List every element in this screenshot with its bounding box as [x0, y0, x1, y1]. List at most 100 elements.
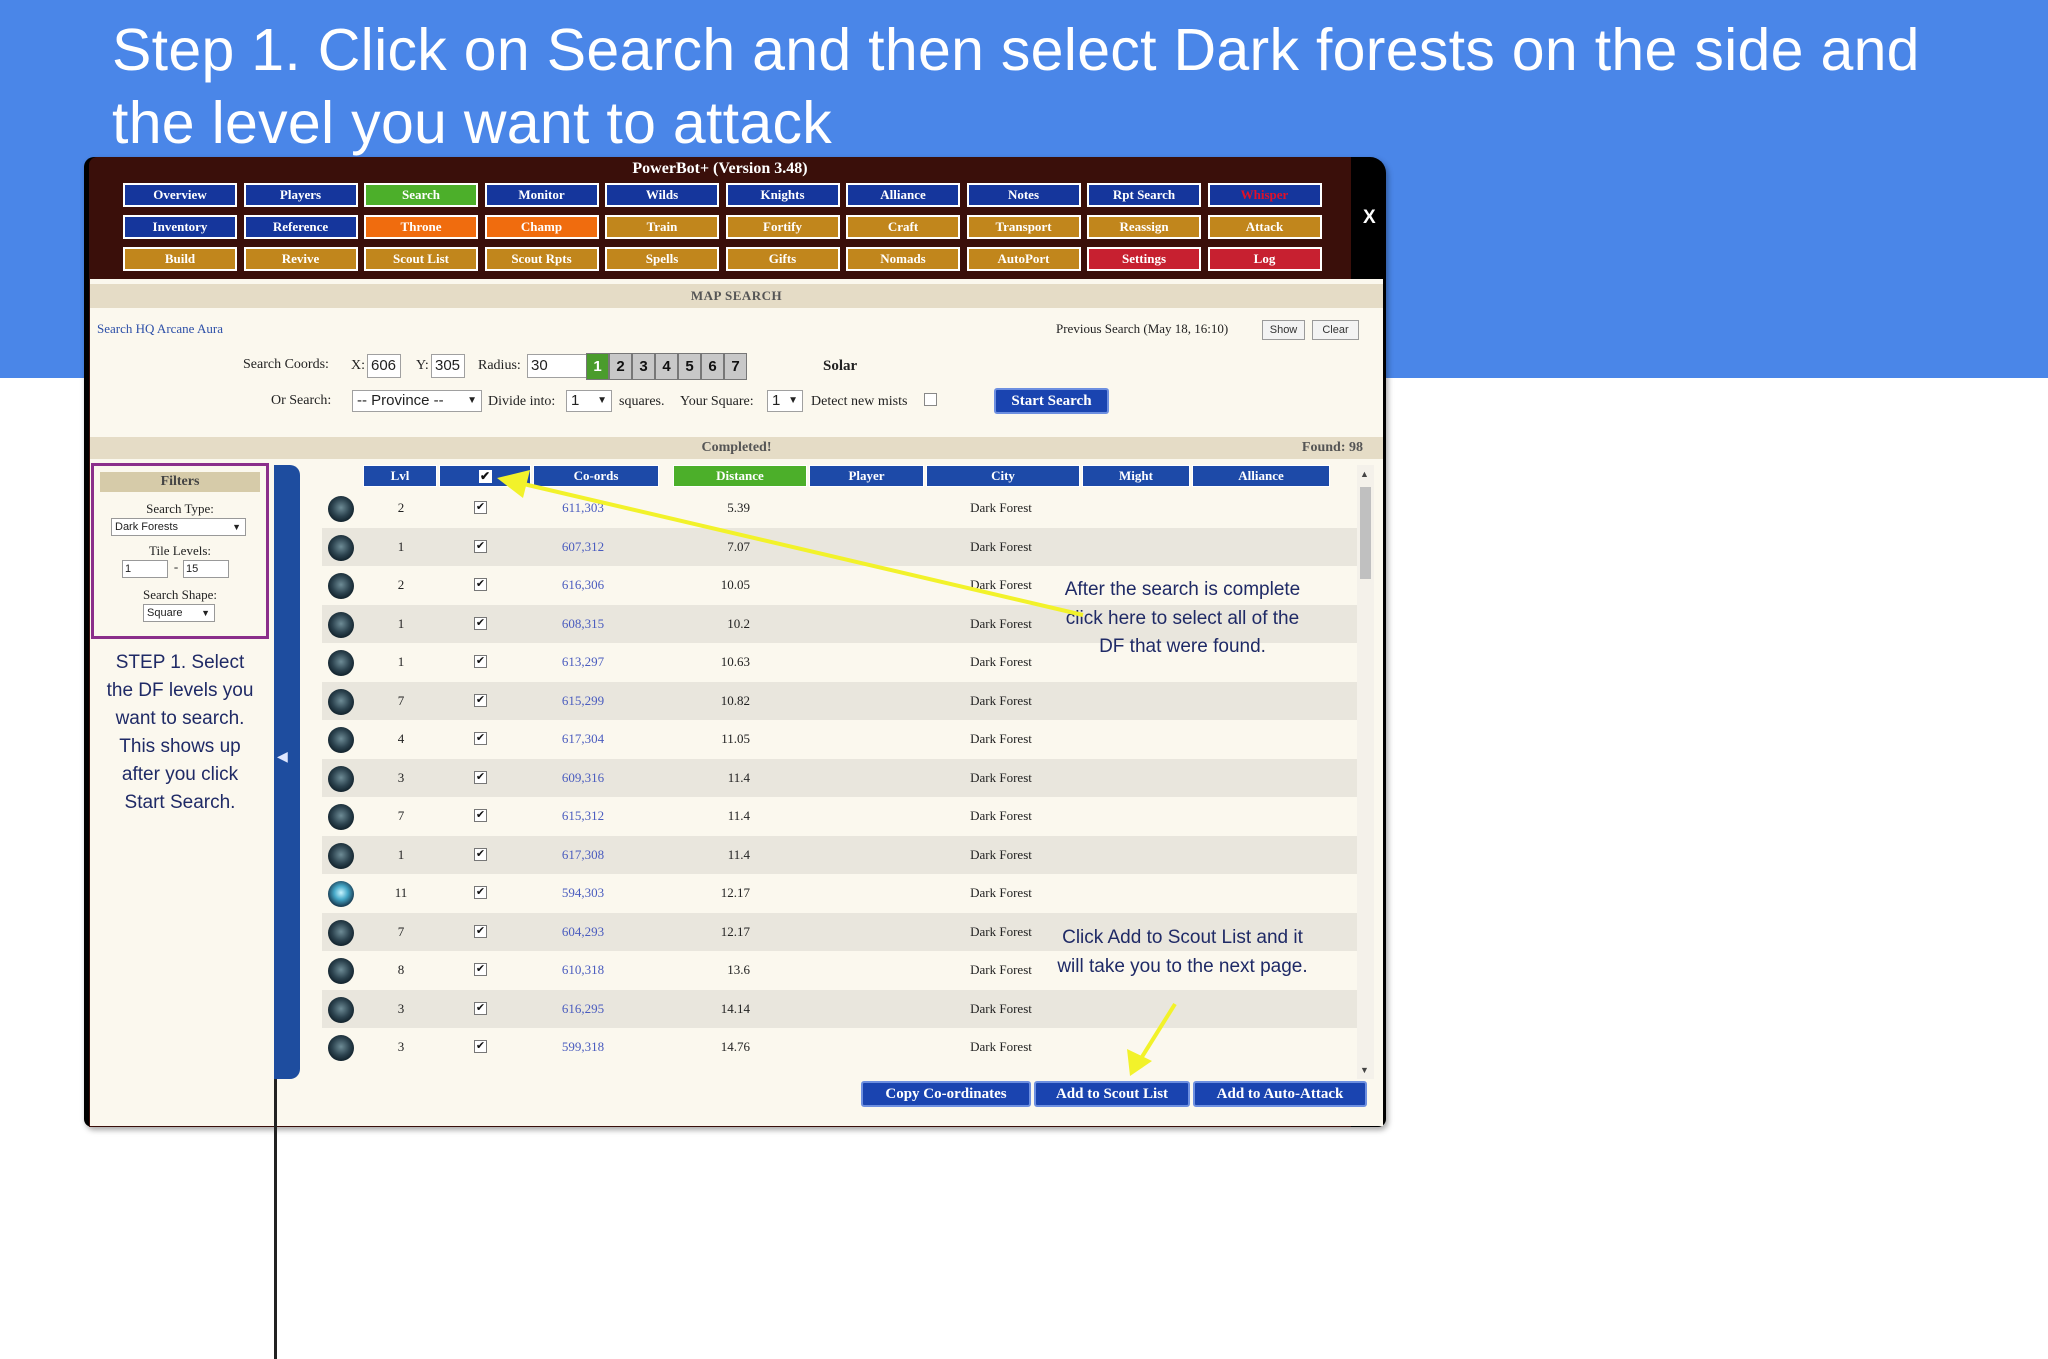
tile-level-max-input[interactable]: 15 — [183, 560, 229, 578]
nav-button-overview[interactable]: Overview — [123, 183, 237, 207]
coords-link[interactable]: 607,312 — [533, 528, 633, 567]
table-row[interactable]: 7 ✔ 615,299 10.82 Dark Forest — [322, 681, 1357, 721]
nav-button-search[interactable]: Search — [364, 183, 478, 207]
add-to-scout-list-button[interactable]: Add to Scout List — [1034, 1081, 1190, 1107]
level-button-2[interactable]: 2 — [609, 353, 632, 380]
column-header-alliance[interactable]: Alliance — [1192, 465, 1330, 487]
nav-button-wilds[interactable]: Wilds — [605, 183, 719, 207]
nav-button-transport[interactable]: Transport — [966, 215, 1081, 239]
row-checkbox[interactable]: ✔ — [474, 1001, 487, 1015]
radius-input[interactable]: 30 — [527, 354, 593, 378]
coords-link[interactable]: 615,312 — [533, 797, 633, 836]
select-all-header[interactable]: ✔ — [439, 465, 531, 487]
nav-button-craft[interactable]: Craft — [846, 215, 960, 239]
coords-link[interactable]: 611,303 — [533, 489, 633, 528]
coords-link[interactable]: 609,316 — [533, 759, 633, 798]
select-all-checkbox[interactable]: ✔ — [478, 469, 492, 483]
level-button-6[interactable]: 6 — [701, 353, 724, 380]
coords-link[interactable]: 610,318 — [533, 951, 633, 990]
nav-button-spells[interactable]: Spells — [605, 247, 719, 271]
row-checkbox[interactable]: ✔ — [474, 616, 487, 630]
scroll-down-icon[interactable]: ▼ — [1360, 1065, 1369, 1075]
show-button[interactable]: Show — [1262, 320, 1305, 340]
coords-link[interactable]: 616,306 — [533, 566, 633, 605]
scroll-thumb[interactable] — [1360, 487, 1371, 579]
nav-button-inventory[interactable]: Inventory — [123, 215, 237, 239]
column-header-lvl[interactable]: Lvl — [363, 465, 437, 487]
row-checkbox[interactable]: ✔ — [474, 539, 487, 553]
coords-link[interactable]: 616,295 — [533, 990, 633, 1029]
level-button-7[interactable]: 7 — [724, 353, 747, 380]
column-header-player[interactable]: Player — [809, 465, 924, 487]
column-header-coords[interactable]: Co-ords — [533, 465, 659, 487]
column-header-might[interactable]: Might — [1082, 465, 1190, 487]
row-checkbox[interactable]: ✔ — [474, 693, 487, 707]
nav-button-scout-rpts[interactable]: Scout Rpts — [484, 247, 599, 271]
nav-button-fortify[interactable]: Fortify — [725, 215, 840, 239]
table-row[interactable]: 3 ✔ 616,295 14.14 Dark Forest — [322, 989, 1357, 1029]
nav-button-whisper[interactable]: Whisper — [1207, 183, 1322, 207]
table-row[interactable]: 2 ✔ 611,303 5.39 Dark Forest — [322, 489, 1357, 528]
nav-button-build[interactable]: Build — [123, 247, 237, 271]
row-checkbox[interactable]: ✔ — [474, 732, 487, 745]
table-row[interactable]: 7 ✔ 615,312 11.4 Dark Forest — [322, 797, 1357, 836]
y-coordinate-input[interactable]: 305 — [431, 354, 465, 378]
table-row[interactable]: 3 ✔ 599,318 14.76 Dark Forest — [322, 1028, 1357, 1067]
level-button-5[interactable]: 5 — [678, 353, 701, 380]
tile-level-min-input[interactable]: 1 — [122, 560, 168, 578]
sidebar-collapse-bar[interactable]: ◀ — [274, 465, 300, 1079]
province-select[interactable]: -- Province -- ▼ — [352, 390, 482, 412]
add-to-auto-attack-button[interactable]: Add to Auto-Attack — [1193, 1081, 1367, 1107]
nav-button-settings[interactable]: Settings — [1087, 247, 1201, 271]
nav-button-log[interactable]: Log — [1207, 247, 1322, 271]
table-row[interactable]: 3 ✔ 609,316 11.4 Dark Forest — [322, 758, 1357, 798]
row-checkbox[interactable]: ✔ — [474, 578, 487, 591]
close-icon[interactable]: X — [1363, 207, 1376, 229]
nav-button-autoport[interactable]: AutoPort — [966, 247, 1081, 271]
column-header-distance[interactable]: Distance — [673, 465, 807, 487]
row-checkbox[interactable]: ✔ — [474, 1040, 487, 1053]
row-checkbox[interactable]: ✔ — [474, 963, 487, 976]
nav-button-alliance[interactable]: Alliance — [846, 183, 960, 207]
coords-link[interactable]: 617,308 — [533, 836, 633, 875]
start-search-button[interactable]: Start Search — [994, 388, 1109, 414]
coords-link[interactable]: 613,297 — [533, 643, 633, 682]
divide-select[interactable]: 1 ▼ — [566, 390, 612, 412]
scroll-up-icon[interactable]: ▲ — [1360, 469, 1369, 479]
nav-button-reference[interactable]: Reference — [243, 215, 358, 239]
nav-button-champ[interactable]: Champ — [484, 215, 599, 239]
row-checkbox[interactable]: ✔ — [474, 809, 487, 822]
clear-button[interactable]: Clear — [1312, 320, 1359, 340]
nav-button-knights[interactable]: Knights — [725, 183, 840, 207]
row-checkbox[interactable]: ✔ — [474, 501, 487, 514]
coords-link[interactable]: 599,318 — [533, 1028, 633, 1067]
detect-mists-checkbox[interactable] — [924, 393, 937, 406]
your-square-select[interactable]: 1 ▼ — [767, 390, 803, 412]
nav-button-players[interactable]: Players — [243, 183, 358, 207]
x-coordinate-input[interactable]: 606 — [367, 354, 401, 378]
results-scrollbar[interactable]: ▲ ▼ — [1357, 465, 1374, 1079]
table-row[interactable]: 11 ✔ 594,303 12.17 Dark Forest — [322, 874, 1357, 913]
search-type-select[interactable]: Dark Forests ▼ — [111, 518, 246, 536]
coords-link[interactable]: 617,304 — [533, 720, 633, 759]
nav-button-rpt-search[interactable]: Rpt Search — [1087, 183, 1201, 207]
level-button-3[interactable]: 3 — [632, 353, 655, 380]
level-button-4[interactable]: 4 — [655, 353, 678, 380]
row-checkbox[interactable]: ✔ — [474, 770, 487, 784]
row-checkbox[interactable]: ✔ — [474, 655, 487, 668]
nav-button-monitor[interactable]: Monitor — [484, 183, 599, 207]
coords-link[interactable]: 608,315 — [533, 605, 633, 644]
search-shape-select[interactable]: Square ▼ — [143, 604, 215, 622]
row-checkbox[interactable]: ✔ — [474, 886, 487, 899]
level-button-1[interactable]: 1 — [586, 353, 609, 380]
coords-link[interactable]: 604,293 — [533, 913, 633, 952]
nav-button-attack[interactable]: Attack — [1207, 215, 1322, 239]
table-row[interactable]: 4 ✔ 617,304 11.05 Dark Forest — [322, 720, 1357, 759]
nav-button-throne[interactable]: Throne — [364, 215, 478, 239]
coords-link[interactable]: 594,303 — [533, 874, 633, 913]
copy-coordinates-button[interactable]: Copy Co-ordinates — [861, 1081, 1031, 1107]
nav-button-notes[interactable]: Notes — [966, 183, 1081, 207]
nav-button-reassign[interactable]: Reassign — [1087, 215, 1201, 239]
coords-link[interactable]: 615,299 — [533, 682, 633, 721]
nav-button-nomads[interactable]: Nomads — [846, 247, 960, 271]
